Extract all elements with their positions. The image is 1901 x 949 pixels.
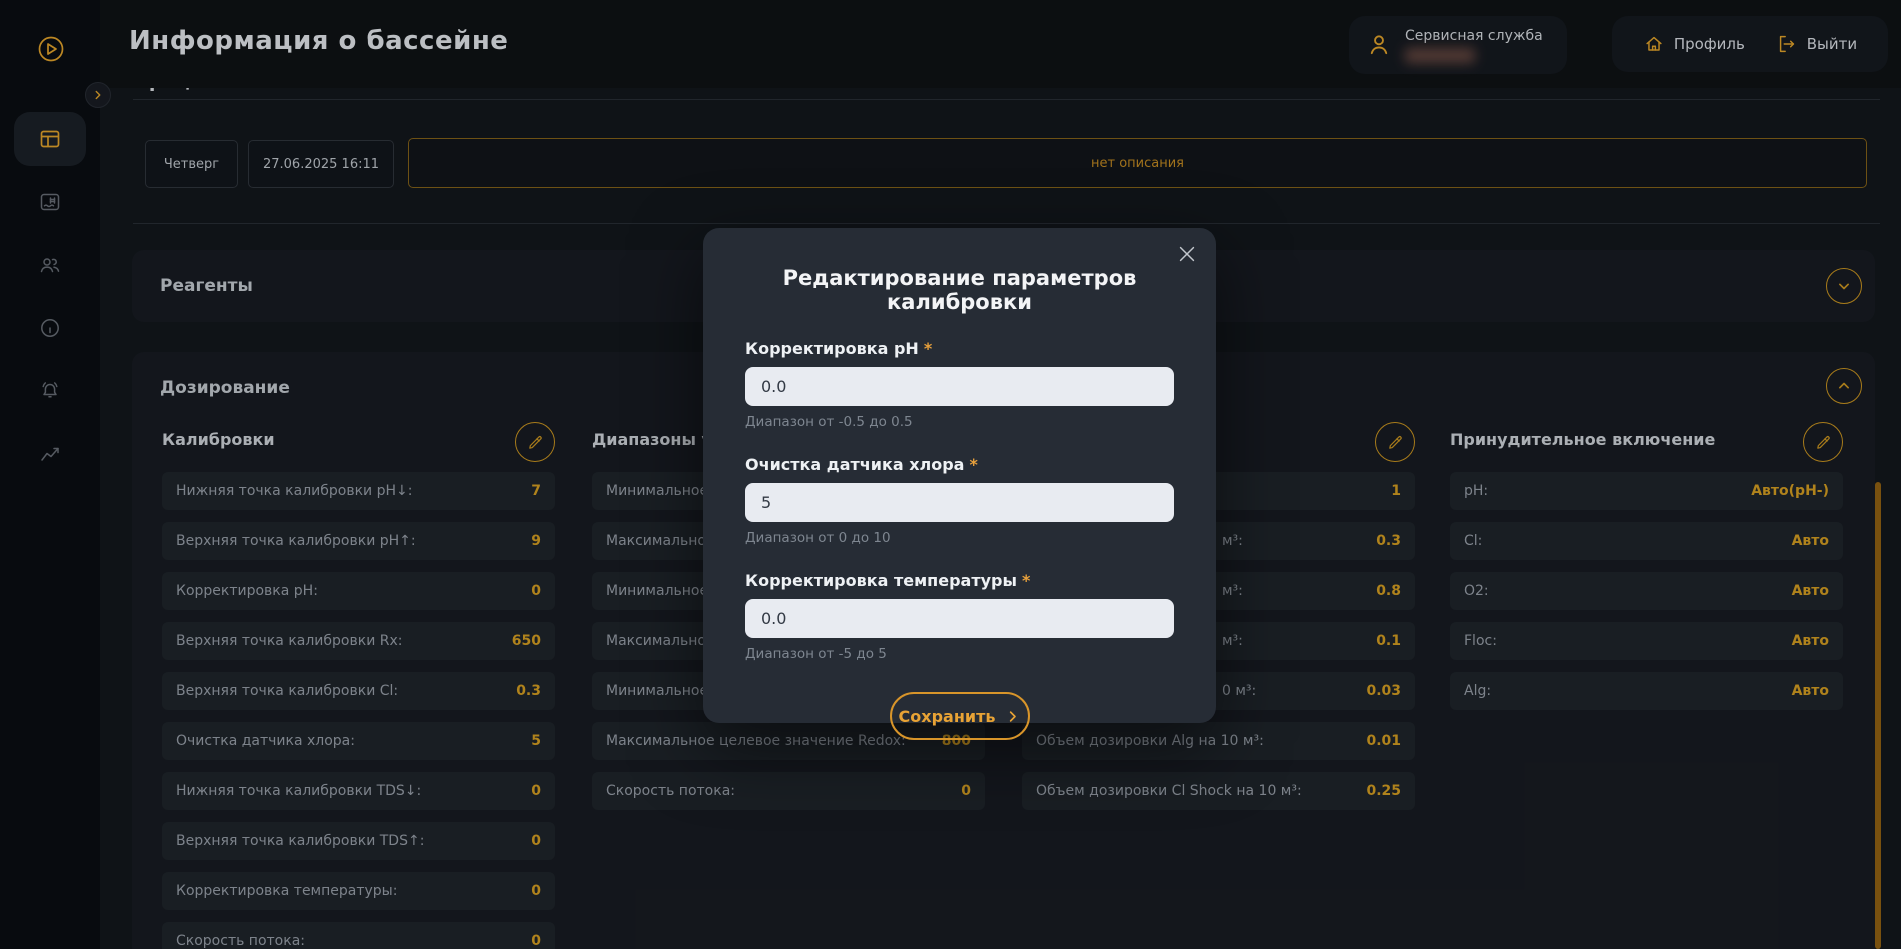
save-button[interactable]: Сохранить [890, 692, 1030, 740]
required-asterisk: * [1022, 571, 1030, 590]
temperature-correction-field: Корректировка температуры* Диапазон от -… [745, 571, 1174, 662]
ph-correction-input[interactable] [745, 367, 1174, 406]
field-hint: Диапазон от -5 до 5 [745, 646, 1174, 662]
calibration-edit-modal: Редактирование параметров калибровки Кор… [703, 228, 1216, 723]
chevron-right-icon [1005, 709, 1020, 724]
chlorine-sensor-cleaning-input[interactable] [745, 483, 1174, 522]
field-hint: Диапазон от 0 до 10 [745, 530, 1174, 546]
field-hint: Диапазон от -0.5 до 0.5 [745, 414, 1174, 430]
field-label: Корректировка температуры* [745, 571, 1174, 590]
required-asterisk: * [969, 455, 977, 474]
required-asterisk: * [924, 339, 932, 358]
pool-dashboard-app: Процесс Четверг 27.06.2025 16:11 нет опи… [0, 0, 1901, 949]
chlorine-sensor-cleaning-field: Очистка датчика хлора* Диапазон от 0 до … [745, 455, 1174, 546]
field-label: Корректировка pH* [745, 339, 1174, 358]
field-label: Очистка датчика хлора* [745, 455, 1174, 474]
temperature-correction-input[interactable] [745, 599, 1174, 638]
close-icon [1176, 243, 1200, 265]
close-button[interactable] [1176, 242, 1200, 266]
save-button-label: Сохранить [899, 707, 996, 726]
modal-title: Редактирование параметров калибровки [745, 266, 1174, 314]
ph-correction-field: Корректировка pH* Диапазон от -0.5 до 0.… [745, 339, 1174, 430]
